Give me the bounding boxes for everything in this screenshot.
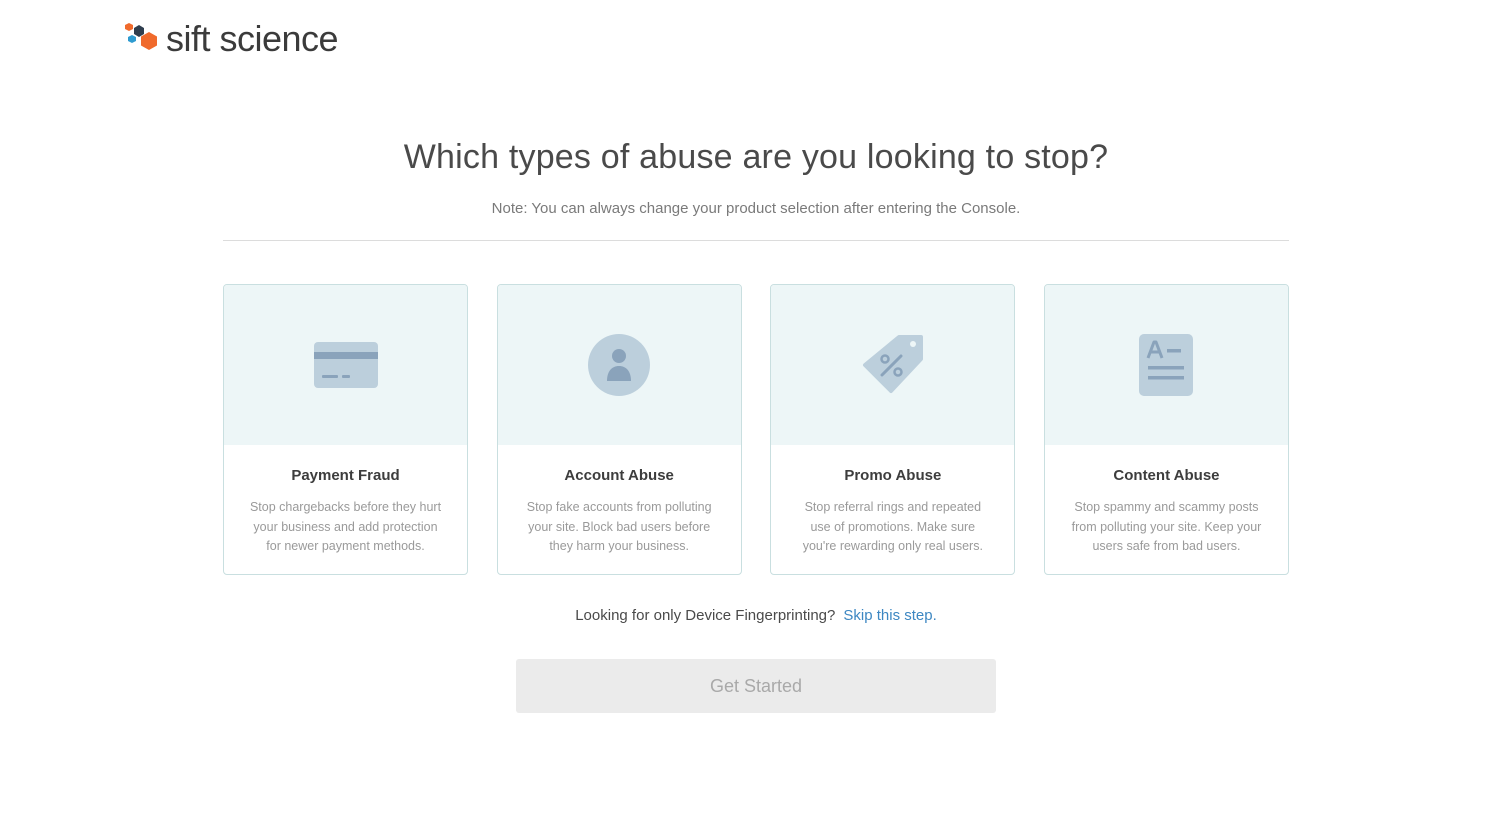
abuse-type-cards: Payment Fraud Stop chargebacks before th… [223,284,1289,575]
card-content-abuse[interactable]: Content Abuse Stop spammy and scammy pos… [1043,284,1289,575]
get-started-button[interactable]: Get Started [516,659,996,713]
header-divider [223,240,1289,241]
card-description: Stop referral rings and repeated use of … [802,500,983,553]
card-title: Content Abuse [1113,467,1220,484]
sift-science-logo[interactable]: sift science [124,18,339,59]
promo-tag-icon [861,333,925,397]
hexagon-logo-icon [125,23,157,50]
card-icon-area [497,285,741,445]
page-title: Which types of abuse are you looking to … [403,138,1109,176]
credit-card-icon [313,342,378,388]
card-description: Stop chargebacks before they hurt your b… [249,500,442,553]
logo-wordmark: sift science [166,18,339,59]
card-title: Account Abuse [564,467,674,484]
card-promo-abuse[interactable]: Promo Abuse Stop referral rings and repe… [770,284,1016,575]
skip-step-link[interactable]: Skip this step. [843,607,936,624]
skip-question: Looking for only Device Fingerprinting? [575,607,836,624]
card-description: Stop fake accounts from polluting your s… [526,500,712,553]
card-account-abuse[interactable]: Account Abuse Stop fake accounts from po… [496,284,742,575]
product-selection-page: sift science Which types of abuse are yo… [0,0,1512,814]
document-icon [1139,334,1194,396]
card-icon-area [1044,285,1288,445]
user-icon [587,333,651,397]
page-note: Note: You can always change your product… [491,200,1021,217]
card-title: Promo Abuse [844,467,942,484]
card-icon-area [224,285,467,445]
card-title: Payment Fraud [291,467,400,484]
card-description: Stop spammy and scammy posts from pollut… [1071,500,1262,553]
card-payment-fraud[interactable]: Payment Fraud Stop chargebacks before th… [223,284,468,575]
skip-step-row: Looking for only Device Fingerprinting? S… [0,607,1512,624]
card-icon-area [771,285,1015,445]
